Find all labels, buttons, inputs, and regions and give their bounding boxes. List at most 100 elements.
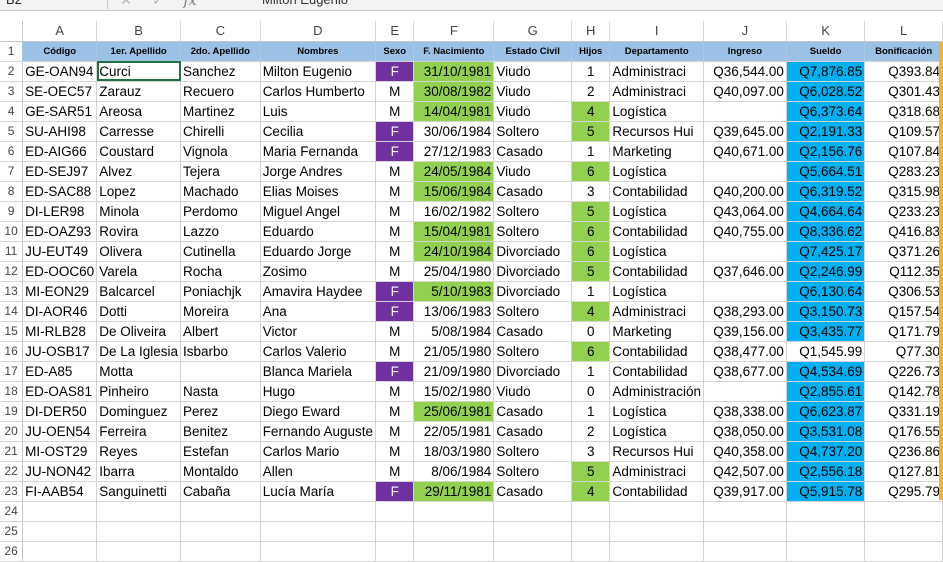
cell[interactable]: MI-RLB28 [22, 321, 98, 342]
cell[interactable]: Rocha [180, 261, 261, 282]
cell[interactable]: 1 [571, 281, 611, 302]
cell[interactable]: Viudo [493, 101, 572, 122]
header-cell[interactable]: Sueldo [786, 41, 866, 62]
cell[interactable]: Soltero [493, 201, 572, 222]
cell[interactable] [571, 521, 611, 542]
row-header[interactable]: 22 [0, 461, 24, 482]
cell[interactable]: Logística [609, 401, 704, 422]
cell[interactable]: Sanchez [180, 61, 261, 82]
cell[interactable]: F [375, 281, 415, 302]
cell[interactable]: M [375, 421, 415, 442]
cell[interactable]: Minola [96, 201, 182, 222]
cell[interactable] [493, 521, 572, 542]
cell[interactable]: 1 [571, 61, 611, 82]
row-header[interactable]: 3 [0, 81, 24, 102]
cell[interactable]: 30/08/1982 [413, 81, 495, 102]
cell[interactable]: 3 [571, 181, 611, 202]
cell[interactable]: SU-AHI98 [22, 121, 98, 142]
cell[interactable]: 6 [571, 241, 611, 262]
row-header[interactable]: 15 [0, 321, 24, 342]
cell[interactable]: Soltero [493, 221, 572, 242]
fx-icon[interactable]: fx [174, 0, 206, 10]
cell[interactable]: 15/04/1981 [413, 221, 495, 242]
cell[interactable]: ED-A85 [22, 361, 98, 382]
cell[interactable] [96, 521, 182, 542]
cell[interactable]: Q416.83 [864, 221, 943, 242]
header-cell[interactable]: Bonificación [864, 41, 943, 62]
cell[interactable]: M [375, 261, 415, 282]
cell[interactable]: Soltero [493, 441, 572, 462]
cell[interactable]: Q4,737.20 [786, 441, 866, 462]
cell[interactable]: 22/05/1981 [413, 421, 495, 442]
cell[interactable]: Divorciado [493, 361, 572, 382]
cell[interactable]: GE-OAN94 [22, 61, 98, 82]
cell[interactable]: Logística [609, 161, 704, 182]
cell[interactable]: Luis [260, 101, 377, 122]
cell[interactable]: 16/02/1982 [413, 201, 495, 222]
cell[interactable]: 3 [571, 441, 611, 462]
cell[interactable]: Ibarra [96, 461, 182, 482]
cell[interactable]: 25/04/1980 [413, 261, 495, 282]
row-header[interactable]: 17 [0, 361, 24, 382]
cell[interactable]: Contabilidad [609, 221, 704, 242]
cell[interactable]: M [375, 181, 415, 202]
cell[interactable]: ED-OAS81 [22, 381, 98, 402]
cell[interactable]: Elias Moises [260, 181, 377, 202]
cell[interactable]: Divorciado [493, 281, 572, 302]
cell[interactable]: Q6,319.52 [786, 181, 866, 202]
cell[interactable]: Q2,191.33 [786, 121, 866, 142]
cell[interactable]: 4 [571, 101, 611, 122]
cell[interactable]: ED-SAC88 [22, 181, 98, 202]
cell[interactable]: Contabilidad [609, 341, 704, 362]
cell[interactable] [703, 521, 787, 542]
cell[interactable]: Coustard [96, 141, 182, 162]
cell[interactable]: Q40,671.00 [703, 141, 787, 162]
cell[interactable]: Areosa [96, 101, 182, 122]
header-cell[interactable]: 1er. Apellido [96, 41, 182, 62]
cell[interactable]: F [375, 481, 415, 502]
cell[interactable]: Q331.19 [864, 401, 943, 422]
cell[interactable]: Administraci [609, 461, 704, 482]
cell[interactable]: Montaldo [180, 461, 261, 482]
cell[interactable]: M [375, 341, 415, 362]
cell[interactable]: ED-AIG66 [22, 141, 98, 162]
cell[interactable]: Q42,507.00 [703, 461, 787, 482]
cell[interactable]: Chirelli [180, 121, 261, 142]
column-header[interactable]: H [571, 21, 611, 42]
name-box[interactable]: B2 [0, 0, 108, 9]
header-cell[interactable]: F. Nacimiento [413, 41, 495, 62]
cell[interactable]: Cutinella [180, 241, 261, 262]
cell[interactable] [703, 101, 787, 122]
cell[interactable]: Q38,338.00 [703, 401, 787, 422]
cell[interactable]: Q171.79 [864, 321, 943, 342]
cell[interactable]: 0 [571, 321, 611, 342]
cell[interactable]: Viudo [493, 381, 572, 402]
cell[interactable]: M [375, 401, 415, 422]
cell[interactable]: SE-OEC57 [22, 81, 98, 102]
cell[interactable]: Carlos Mario [260, 441, 377, 462]
cell[interactable]: GE-SAR51 [22, 101, 98, 122]
cell[interactable]: Q40,097.00 [703, 81, 787, 102]
cell[interactable]: Carresse [96, 121, 182, 142]
cell[interactable]: 30/06/1984 [413, 121, 495, 142]
cell[interactable]: Dominguez [96, 401, 182, 422]
cell[interactable]: Q40,358.00 [703, 441, 787, 462]
cell[interactable]: Recuero [180, 81, 261, 102]
header-cell[interactable]: 2do. Apellido [180, 41, 261, 62]
cell[interactable] [180, 541, 261, 562]
cell[interactable]: Q39,917.00 [703, 481, 787, 502]
column-header[interactable]: D [260, 21, 377, 42]
cell[interactable]: JU-OSB17 [22, 341, 98, 362]
cell[interactable]: Casado [493, 481, 572, 502]
cell[interactable]: Soltero [493, 301, 572, 322]
cell[interactable]: Logística [609, 421, 704, 442]
cell[interactable]: 18/03/1980 [413, 441, 495, 462]
cell[interactable] [703, 381, 787, 402]
cell[interactable]: Q36,544.00 [703, 61, 787, 82]
cell[interactable]: DI-DER50 [22, 401, 98, 422]
cell[interactable]: M [375, 201, 415, 222]
cell[interactable]: Eduardo [260, 221, 377, 242]
cell[interactable]: Q39,645.00 [703, 121, 787, 142]
cell[interactable]: Q43,064.00 [703, 201, 787, 222]
cell[interactable] [493, 541, 572, 562]
